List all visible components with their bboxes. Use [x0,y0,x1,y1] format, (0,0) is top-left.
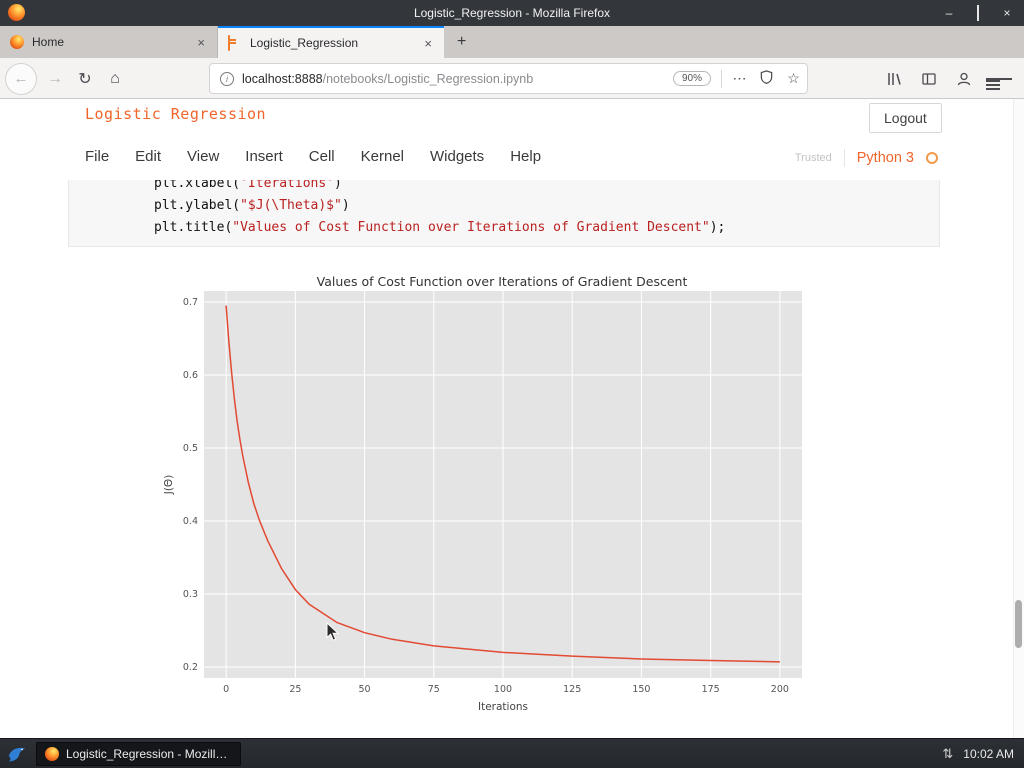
code-string: "$J(\Theta)$" [240,198,342,213]
maximize-button[interactable] [971,5,985,21]
kernel-separator [843,149,845,167]
menu-edit[interactable]: Edit [135,148,161,165]
new-tab-button[interactable]: + [444,26,479,58]
page-scrollbar-thumb[interactable] [1015,600,1022,648]
maximize-icon [977,5,979,21]
code-token: plt.xlabel( [154,180,241,191]
tab-home-close-icon[interactable]: × [195,35,207,50]
taskbar-tray: ⇅ 10:02 AM [942,746,1014,762]
desktop-taskbar: Logistic_Regression - Mozilla... ⇅ 10:02… [0,738,1024,768]
menu-help[interactable]: Help [510,148,541,165]
menu-cell[interactable]: Cell [309,148,335,165]
code-token: ) [334,180,342,191]
tab-home[interactable]: Home × [0,26,218,58]
nav-buttons: ← → ↻ ⌂ [6,58,130,99]
code-token: plt.ylabel( [154,198,241,213]
firefox-home-favicon [10,35,24,49]
svg-text:0: 0 [223,684,229,695]
notebook-page: Logistic Regression Logout File Edit Vie… [0,99,1024,738]
taskbar-window-button[interactable]: Logistic_Regression - Mozilla... [36,741,241,766]
tab-active-close-icon[interactable]: × [422,36,434,51]
tab-logistic-regression[interactable]: Logistic_Regression × [218,26,444,58]
svg-text:0.7: 0.7 [183,297,198,308]
network-icon[interactable]: ⇅ [942,746,953,762]
bookmark-star-icon[interactable]: ☆ [780,70,807,87]
minimize-button[interactable]: – [942,6,956,20]
notebook-title-link[interactable]: Logistic Regression [85,105,266,123]
mouse-cursor-icon [326,621,340,647]
menu-file[interactable]: File [85,148,109,165]
code-token: ) [341,198,350,213]
pocket-shield-icon[interactable] [753,69,780,88]
svg-text:200: 200 [771,684,789,695]
svg-text:0.5: 0.5 [183,443,198,454]
code-token: plt.title( [154,220,233,235]
site-info-icon[interactable]: i [220,71,234,86]
svg-text:100: 100 [494,684,512,695]
notebook-menubar: File Edit View Insert Cell Kernel Widget… [85,148,541,165]
menu-hamburger-icon[interactable] [986,66,1012,92]
url-host: localhost:8888 [242,71,323,86]
svg-text:175: 175 [702,684,720,695]
plot-canvas: 0 25 50 75 100 125 150 175 200 0.2 0.3 0.4 0.5 0.6 0.7… [163,291,802,713]
svg-text:0.2: 0.2 [183,662,198,673]
back-button[interactable]: ← [6,63,36,94]
svg-text:0.4: 0.4 [183,516,198,527]
forward-button[interactable]: → [40,70,70,88]
toolbar-right-icons [881,58,1012,99]
notebook-favicon [228,35,242,51]
sidebar-icon[interactable] [916,66,942,92]
tab-active-label: Logistic_Regression [250,36,359,50]
code-line-3: plt.title("Values of Cost Function over … [69,217,939,239]
logout-button[interactable]: Logout [869,103,942,133]
menu-view[interactable]: View [187,148,219,165]
svg-text:J(Θ): J(Θ) [163,475,175,496]
firefox-logo-icon [8,4,25,21]
firefox-task-icon [45,746,59,761]
kernel-idle-indicator-icon [926,152,938,164]
svg-text:25: 25 [289,684,301,695]
code-line-1: plt.xlabel('Iterations') [69,180,939,195]
svg-text:50: 50 [359,684,371,695]
window-title: Logistic_Regression - Mozilla Firefox [413,6,611,20]
page-actions-icon[interactable]: ⋯ [726,70,753,87]
zoom-level-badge[interactable]: 90% [672,71,711,86]
notebook-file-icon [228,35,230,51]
window-titlebar: Logistic_Regression - Mozilla Firefox – … [0,0,1024,26]
window-controls: – × [942,0,1014,26]
code-token: ); [709,220,726,235]
account-icon[interactable] [951,66,977,92]
url-bar[interactable]: i localhost:8888 /notebooks/Logistic_Reg… [210,64,807,93]
url-path: /notebooks/Logistic_Regression.ipynb [322,71,534,86]
close-window-button[interactable]: × [1000,6,1014,20]
cost-function-plot: Values of Cost Function over Iterations … [160,270,810,715]
kernel-name: Python 3 [856,150,914,166]
svg-text:125: 125 [563,684,581,695]
tab-home-label: Home [32,35,65,49]
code-line-2: plt.ylabel("$J(\Theta)$") [69,195,939,217]
code-cell[interactable]: plt.xlabel('Iterations') plt.ylabel("$J(… [68,180,940,247]
trusted-badge: Trusted [794,152,832,164]
navigation-toolbar: ← → ↻ ⌂ i localhost:8888 /notebooks/Logi… [0,58,1024,99]
library-icon[interactable] [881,66,907,92]
svg-text:0.6: 0.6 [183,370,198,381]
menu-insert[interactable]: Insert [245,148,283,165]
svg-text:75: 75 [428,684,440,695]
urlbar-separator [721,69,722,88]
tab-bar: Home × Logistic_Regression × + [0,26,1024,58]
svg-text:150: 150 [632,684,650,695]
window-list-icon[interactable] [6,743,28,765]
svg-text:Iterations: Iterations [478,701,528,713]
menu-widgets[interactable]: Widgets [430,148,484,165]
home-button[interactable]: ⌂ [100,70,130,88]
menu-kernel[interactable]: Kernel [361,148,404,165]
clock: 10:02 AM [963,746,1014,761]
kernel-status-area: Trusted Python 3 [795,149,938,167]
taskbar-window-label: Logistic_Regression - Mozilla... [66,746,232,761]
reload-button[interactable]: ↻ [70,69,100,89]
code-string: 'Iterations' [240,180,335,191]
code-string: "Values of Cost Function over Iterations… [232,220,710,235]
svg-text:0.3: 0.3 [183,589,198,600]
